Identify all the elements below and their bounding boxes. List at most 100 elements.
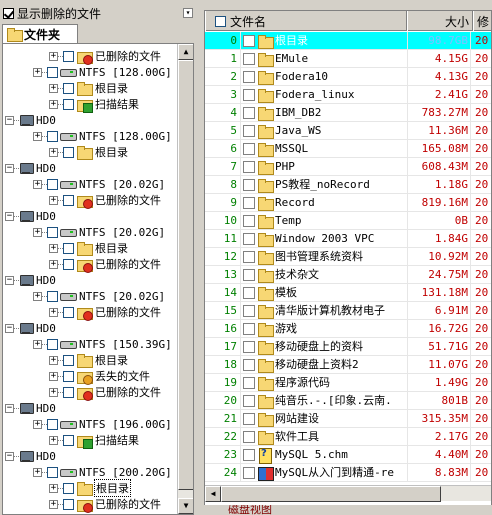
tab-disk-view[interactable]: 磁盘视图 xyxy=(228,505,272,515)
expand-icon[interactable]: + xyxy=(49,483,58,493)
tree-item[interactable]: + 已删除的文件 xyxy=(49,192,162,209)
tree-item[interactable]: + 已删除的文件 xyxy=(49,304,162,321)
expand-icon[interactable]: + xyxy=(49,259,58,269)
expand-icon[interactable]: + xyxy=(49,99,58,109)
tree-item-checkbox[interactable] xyxy=(47,338,58,350)
tree-item-checkbox[interactable] xyxy=(63,306,74,318)
row-checkbox[interactable] xyxy=(243,197,255,209)
tree-item[interactable]: + NTFS [20.02G] xyxy=(33,224,166,240)
tree-item[interactable]: + NTFS [196.00G] xyxy=(33,416,173,432)
table-row[interactable]: 15 清华版计算机教材电子 6.91M 20 xyxy=(205,302,491,320)
tree-item-disk[interactable]: − HD0 xyxy=(5,320,57,336)
row-checkbox[interactable] xyxy=(243,269,255,281)
expand-icon[interactable]: + xyxy=(49,435,58,445)
expand-icon[interactable]: + xyxy=(49,499,58,509)
table-row[interactable]: 7 PHP 608.43M 20 xyxy=(205,158,491,176)
column-header-modified[interactable]: 修 xyxy=(473,11,491,31)
tree-item[interactable]: + 扫描结果 xyxy=(49,432,140,449)
row-checkbox[interactable] xyxy=(243,287,255,299)
tree-item-checkbox[interactable] xyxy=(63,146,74,158)
tree-item-checkbox[interactable] xyxy=(63,82,74,94)
row-checkbox[interactable] xyxy=(243,215,255,227)
collapse-icon[interactable]: − xyxy=(5,323,14,333)
row-checkbox[interactable] xyxy=(243,233,255,245)
expand-icon[interactable]: + xyxy=(33,227,42,237)
table-row[interactable]: 4 IBM_DB2 783.27M 20 xyxy=(205,104,491,122)
tree-item-checkbox[interactable] xyxy=(63,498,74,510)
collapse-icon[interactable]: − xyxy=(5,275,14,285)
table-row[interactable]: 23 MySQL 5.chm 4.40M 20 xyxy=(205,446,491,464)
tree-item[interactable]: + NTFS [20.02G] xyxy=(33,288,166,304)
row-checkbox[interactable] xyxy=(243,125,255,137)
tree-item-checkbox[interactable] xyxy=(47,466,58,478)
row-checkbox[interactable] xyxy=(243,431,255,443)
tree-item-checkbox[interactable] xyxy=(63,258,74,270)
expand-icon[interactable]: + xyxy=(33,467,42,477)
expand-icon[interactable]: + xyxy=(49,307,58,317)
table-row[interactable]: 19 程序源代码 1.49G 20 xyxy=(205,374,491,392)
tree-item-checkbox[interactable] xyxy=(63,242,74,254)
tree-item-checkbox[interactable] xyxy=(63,50,74,62)
row-checkbox[interactable] xyxy=(243,35,255,47)
tree-item-checkbox[interactable] xyxy=(63,98,74,110)
tree-item[interactable]: + NTFS [150.39G] xyxy=(33,336,173,352)
expand-icon[interactable]: + xyxy=(49,387,58,397)
tree-item[interactable]: + NTFS [200.20G] xyxy=(33,464,173,480)
row-checkbox[interactable] xyxy=(243,413,255,425)
table-row[interactable]: 5 Java_WS 11.36M 20 xyxy=(205,122,491,140)
tree-item-checkbox[interactable] xyxy=(47,290,58,302)
tree-item-checkbox[interactable] xyxy=(63,482,74,494)
expand-icon[interactable]: + xyxy=(33,291,42,301)
expand-icon[interactable]: + xyxy=(33,419,42,429)
expand-icon[interactable]: + xyxy=(49,195,58,205)
tree-item-checkbox[interactable] xyxy=(47,130,58,142)
expand-icon[interactable]: + xyxy=(49,355,58,365)
row-checkbox[interactable] xyxy=(243,71,255,83)
table-row[interactable]: 16 游戏 16.72G 20 xyxy=(205,320,491,338)
expand-icon[interactable]: + xyxy=(49,371,58,381)
table-row[interactable]: 18 移动硬盘上资料2 11.07G 20 xyxy=(205,356,491,374)
table-row[interactable]: 9 Record 819.16M 20 xyxy=(205,194,491,212)
expand-icon[interactable]: + xyxy=(49,147,58,157)
column-header-name[interactable]: 文件名 xyxy=(205,11,407,31)
table-row[interactable]: 3 Fodera_linux 2.41G 20 xyxy=(205,86,491,104)
row-checkbox[interactable] xyxy=(243,143,255,155)
collapse-icon[interactable]: − xyxy=(5,115,14,125)
file-list-scroll-thumb[interactable] xyxy=(221,486,441,502)
scroll-up-icon[interactable]: ▲ xyxy=(178,44,193,60)
expand-icon[interactable]: + xyxy=(33,179,42,189)
show-deleted-files-checkbox[interactable]: 显示删除的文件 xyxy=(3,6,101,21)
file-list-horizontal-scrollbar[interactable]: ◀ xyxy=(205,485,491,502)
tree-item[interactable]: + NTFS [128.00G] xyxy=(33,64,173,80)
row-checkbox[interactable] xyxy=(243,467,255,479)
tree-item-disk[interactable]: − HD0 xyxy=(5,160,57,176)
expand-icon[interactable]: + xyxy=(33,339,42,349)
tree-item-disk[interactable]: − HD0 xyxy=(5,400,57,416)
collapse-icon[interactable]: − xyxy=(5,211,14,221)
table-row[interactable]: 20 纯音乐.-.[印象.云南. 801B 20 xyxy=(205,392,491,410)
row-checkbox[interactable] xyxy=(243,89,255,101)
select-all-checkbox[interactable] xyxy=(215,15,226,27)
tree-item[interactable]: + NTFS [128.00G] xyxy=(33,128,173,144)
tree-vertical-scrollbar[interactable]: ▲ ▼ xyxy=(177,44,193,514)
tree-item[interactable]: + 已删除的文件 xyxy=(49,256,162,273)
row-checkbox[interactable] xyxy=(243,251,255,263)
tree-item[interactable]: + 丢失的文件 xyxy=(49,368,151,385)
collapse-icon[interactable]: − xyxy=(5,163,14,173)
table-row[interactable]: 13 技术杂文 24.75M 20 xyxy=(205,266,491,284)
row-checkbox[interactable] xyxy=(243,323,255,335)
row-checkbox[interactable] xyxy=(243,341,255,353)
table-row[interactable]: 22 软件工具 2.17G 20 xyxy=(205,428,491,446)
tree-item[interactable]: + 已删除的文件 xyxy=(49,384,162,401)
expand-icon[interactable]: + xyxy=(49,243,58,253)
table-row[interactable]: 2 Fodera10 4.13G 20 xyxy=(205,68,491,86)
expand-icon[interactable]: + xyxy=(49,51,58,61)
collapse-toggle-icon[interactable]: ▾ xyxy=(183,8,193,18)
tree-item-disk[interactable]: − HD0 xyxy=(5,112,57,128)
tree-item[interactable]: + 根目录 xyxy=(49,240,129,256)
tree-item-checkbox[interactable] xyxy=(63,194,74,206)
table-row[interactable]: 1 EMule 4.15G 20 xyxy=(205,50,491,68)
row-checkbox[interactable] xyxy=(243,377,255,389)
tree-item-checkbox[interactable] xyxy=(47,418,58,430)
table-row[interactable]: 17 移动硬盘上的资料 51.71G 20 xyxy=(205,338,491,356)
